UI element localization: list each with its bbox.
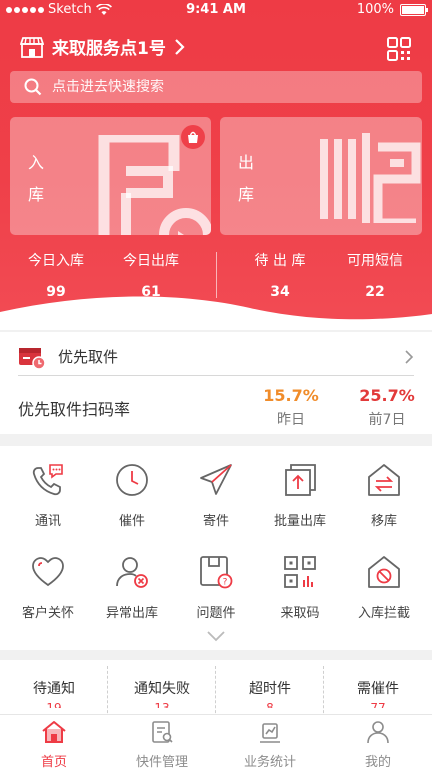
tab-business-stats[interactable]: 业务统计 [216, 719, 324, 768]
inbound-card-label: 入 库 [28, 153, 45, 204]
outbound-card-label: 出 库 [238, 153, 255, 204]
expand-chevron-icon[interactable] [206, 630, 226, 642]
grid-item-contact[interactable]: 通讯 [5, 462, 91, 529]
home-icon [42, 721, 66, 743]
clock-icon [116, 464, 148, 496]
phone-chat-icon [32, 464, 63, 496]
grid-item-batch-out[interactable]: 批量出库 [257, 462, 343, 529]
priority-title: 优先取件 [58, 348, 119, 366]
outbound-illustration [320, 133, 421, 223]
transfer-icon [368, 464, 400, 496]
shopping-bag-icon [188, 131, 198, 143]
svg-text:?: ? [223, 578, 228, 588]
grid-item-customer-care[interactable]: 客户关怀 [5, 554, 91, 621]
chevron-right-icon [405, 349, 414, 364]
package-list-icon [152, 721, 173, 743]
grid-item-problem-item[interactable]: ? 问题件 [173, 554, 259, 621]
seven-day-rate: 25.7% 前7日 [359, 386, 415, 428]
station-name: 来取服务点1号 [52, 39, 166, 59]
need-urge[interactable]: 需催件 77 [324, 660, 432, 720]
station-selector[interactable]: 来取服务点1号 [20, 34, 412, 59]
grid-item-send[interactable]: 寄件 [173, 462, 259, 529]
header: Sketch 9:41 AM 100% 来取服务点1号 点击进去快速搜索 入 库… [0, 0, 432, 325]
statistics-icon [260, 723, 280, 743]
qr-code-icon [284, 556, 316, 588]
grid-item-transfer[interactable]: 移库 [341, 462, 427, 529]
grid-item-urge[interactable]: 催件 [89, 462, 175, 529]
function-grid: 通讯 催件 寄件 批量出库 移库 客户关怀 异常出库 ? 问题件 来取码 入库拦… [0, 446, 432, 650]
tab-bar: 首页 快件管理 业务统计 我的 [0, 714, 432, 768]
paper-plane-icon [200, 464, 232, 495]
tab-home[interactable]: 首页 [0, 719, 108, 768]
priority-pickup-panel: 优先取件 优先取件扫码率 15.7% 昨日 25.7% 前7日 [0, 332, 432, 434]
scan-rate-label: 优先取件扫码率 [18, 400, 131, 419]
notification-summary: 待通知 19 通知失败 13 超时件 8 需催件 77 [0, 660, 432, 720]
battery-icon [400, 3, 428, 16]
yesterday-rate: 15.7% 昨日 [263, 386, 319, 428]
block-icon [368, 556, 400, 588]
priority-pickup-row[interactable]: 优先取件 [18, 338, 414, 376]
priority-box-icon [19, 347, 46, 370]
batch-out-icon [285, 464, 316, 496]
battery-percent: 100% [356, 2, 394, 17]
outbound-card[interactable]: 出 库 [220, 117, 422, 235]
header-wave [0, 296, 432, 330]
inbound-card[interactable]: 入 库 [10, 117, 211, 235]
store-icon [20, 36, 44, 58]
search-icon [24, 78, 42, 96]
grid-item-pickup-code[interactable]: 来取码 [257, 554, 343, 621]
tab-profile[interactable]: 我的 [324, 719, 432, 768]
scan-qr-icon[interactable] [386, 36, 412, 62]
tab-package-management[interactable]: 快件管理 [108, 719, 216, 768]
status-bar: Sketch 9:41 AM 100% [0, 0, 432, 22]
problem-package-icon: ? [200, 556, 233, 589]
notify-failed[interactable]: 通知失败 13 [108, 660, 216, 720]
search-input[interactable] [52, 79, 422, 95]
profile-icon [367, 721, 389, 744]
inbound-illustration [98, 135, 211, 235]
overdue-items[interactable]: 超时件 8 [216, 660, 324, 720]
app-screen: Sketch 9:41 AM 100% 来取服务点1号 点击进去快速搜索 入 库… [0, 0, 432, 768]
search-bar[interactable] [10, 71, 422, 103]
chevron-right-icon [175, 38, 185, 55]
user-error-icon [116, 557, 148, 588]
grid-item-abnormal-out[interactable]: 异常出库 [89, 554, 175, 621]
pickup-bag-badge [181, 125, 205, 149]
pending-notify[interactable]: 待通知 19 [0, 660, 108, 720]
heart-icon [32, 557, 64, 587]
grid-item-inbound-block[interactable]: 入库拦截 [341, 554, 427, 621]
